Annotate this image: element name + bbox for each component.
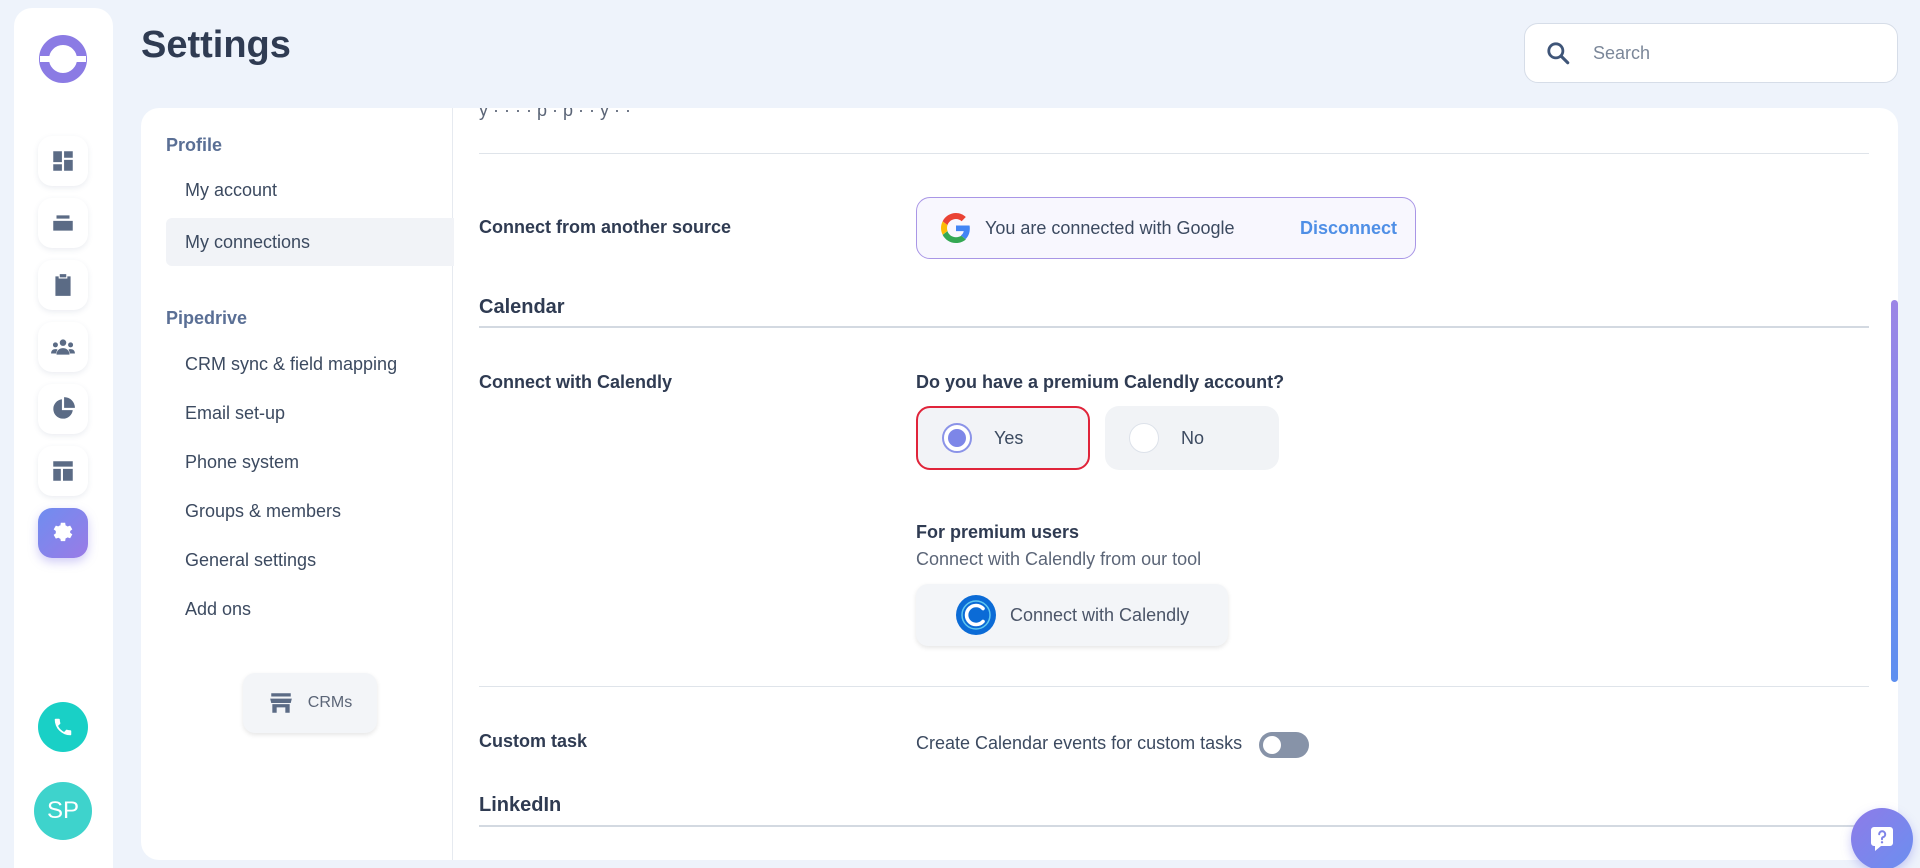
subnav-item-add-ons[interactable]: Add ons <box>166 585 454 633</box>
radio-indicator <box>942 423 972 453</box>
layers-icon <box>53 215 73 231</box>
google-icon <box>941 213 970 243</box>
clipboard-icon <box>55 274 71 296</box>
sidebar-rail: SP <box>14 8 113 868</box>
divider <box>479 825 1869 827</box>
app-logo[interactable] <box>36 32 90 86</box>
linkedin-section-title: LinkedIn <box>479 794 562 816</box>
radio-yes-label: Yes <box>994 427 1024 448</box>
page-title: Settings <box>141 24 291 66</box>
subnav-item-my-connections[interactable]: My connections <box>166 218 454 266</box>
search-icon <box>1547 42 1570 65</box>
subnav-item-phone-system[interactable]: Phone system <box>166 438 454 486</box>
subnav-item-general-settings[interactable]: General settings <box>166 536 454 584</box>
phone-icon <box>54 718 72 736</box>
rail-tasks[interactable] <box>38 260 88 310</box>
subnav-item-groups-members[interactable]: Groups & members <box>166 487 454 535</box>
layout-icon <box>53 461 73 481</box>
calendly-icon <box>956 595 996 635</box>
radio-no-label: No <box>1181 427 1205 448</box>
content-scrollbar[interactable] <box>1891 300 1898 682</box>
custom-task-label: Custom task <box>479 731 588 751</box>
rail-team[interactable] <box>38 322 88 372</box>
search-box[interactable] <box>1524 23 1898 83</box>
settings-card: Profile My account My connections Pipedr… <box>141 108 1898 860</box>
help-icon <box>1871 827 1893 851</box>
rail-dashboard[interactable] <box>38 136 88 186</box>
team-icon <box>51 339 75 355</box>
rail-templates[interactable] <box>38 446 88 496</box>
phone-button[interactable] <box>38 702 88 752</box>
another-source-label: Connect from another source <box>479 217 732 237</box>
calendar-section-title: Calendar <box>479 296 565 318</box>
pie-chart-icon <box>53 397 75 419</box>
custom-task-toggle[interactable] <box>1259 732 1309 758</box>
rail-reports[interactable] <box>38 384 88 434</box>
store-icon <box>269 693 292 713</box>
premium-subtitle: Connect with Calendly from our tool <box>916 549 1202 569</box>
subnav-group-pipedrive: Pipedrive <box>166 308 248 328</box>
subnav-group-profile: Profile <box>166 135 223 155</box>
subnav-item-crm-sync[interactable]: CRM sync & field mapping <box>166 340 454 388</box>
crms-button-label: CRMs <box>307 694 353 711</box>
subnav-item-email-setup[interactable]: Email set-up <box>166 389 454 437</box>
custom-task-text: Create Calendar events for custom tasks <box>916 733 1243 753</box>
radio-yes[interactable]: Yes <box>916 406 1090 470</box>
gear-icon <box>53 522 73 542</box>
divider <box>479 326 1869 328</box>
clipped-text: y · · · · p · p · · y · · <box>479 108 631 120</box>
crms-button[interactable]: CRMs <box>243 673 377 733</box>
search-input[interactable] <box>1593 42 1897 64</box>
google-status-text: You are connected with Google <box>985 217 1235 238</box>
divider <box>479 686 1869 687</box>
divider <box>479 153 1869 154</box>
avatar-initials: SP <box>46 797 79 824</box>
radio-indicator <box>1129 423 1159 453</box>
user-avatar[interactable]: SP <box>34 782 92 840</box>
premium-question: Do you have a premium Calendly account? <box>916 372 1285 392</box>
dashboard-icon <box>53 151 73 171</box>
rail-layers[interactable] <box>38 198 88 248</box>
help-button[interactable] <box>1851 808 1913 868</box>
disconnect-link[interactable]: Disconnect <box>1300 218 1397 239</box>
calendly-label: Connect with Calendly <box>479 372 673 392</box>
rail-settings[interactable] <box>38 508 88 558</box>
google-connection-box: You are connected with Google Disconnect <box>916 197 1416 259</box>
subnav-item-my-account[interactable]: My account <box>166 166 454 214</box>
premium-title: For premium users <box>916 522 1080 542</box>
connect-calendly-label: Connect with Calendly <box>1010 604 1190 625</box>
connect-calendly-button[interactable]: Connect with Calendly <box>916 584 1228 646</box>
settings-subnav: Profile My account My connections Pipedr… <box>141 108 454 860</box>
radio-no[interactable]: No <box>1105 406 1279 470</box>
connections-content: y · · · · p · p · · y · · Connect from a… <box>453 108 1898 860</box>
